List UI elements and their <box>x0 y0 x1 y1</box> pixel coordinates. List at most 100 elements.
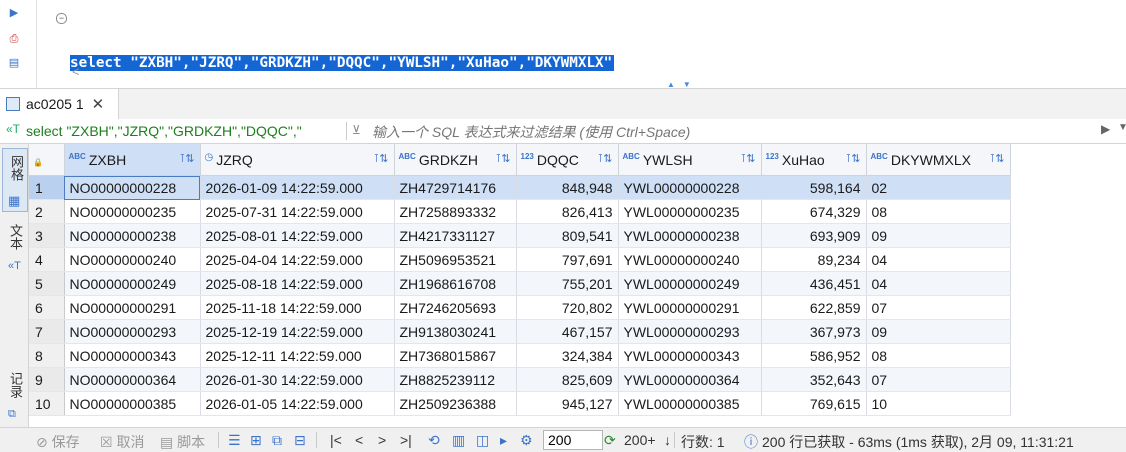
column-filter-icon[interactable]: ⊺⇅ <box>374 152 389 165</box>
cell-zxbh[interactable]: NO00000000364 <box>64 367 201 392</box>
column-header-grdkzh[interactable]: ABC GRDKZH ⊺⇅ <box>394 144 517 176</box>
filter-input[interactable] <box>370 122 1094 142</box>
cell-zxbh[interactable]: NO00000000385 <box>64 391 201 416</box>
cell-jzrq[interactable]: 2025-11-18 14:22:59.000 <box>200 295 395 320</box>
cell-jzrq[interactable]: 2026-01-09 14:22:59.000 <box>200 175 395 200</box>
panels-icon[interactable]: ◫ <box>476 432 489 449</box>
row-number[interactable]: 9 <box>29 367 65 392</box>
execute-statement-icon[interactable]: ▶ <box>7 6 21 20</box>
table-row[interactable]: 7 NO00000000293 2025-12-19 14:22:59.000 ZH9… <box>29 319 1011 344</box>
cell-jzrq[interactable]: 2025-12-19 14:22:59.000 <box>200 319 395 344</box>
cell-ywlsh[interactable]: YWL00000000228 <box>618 175 762 200</box>
row-number[interactable]: 2 <box>29 199 65 224</box>
record-view-toggle[interactable]: 记录 <box>6 372 25 398</box>
cell-grdkzh[interactable]: ZH5096953521 <box>394 247 517 272</box>
close-icon[interactable]: ✕ <box>92 95 105 113</box>
row-number[interactable]: 4 <box>29 247 65 272</box>
cell-jzrq[interactable]: 2026-01-05 14:22:59.000 <box>200 391 395 416</box>
explain-plan-icon[interactable]: ▤ <box>7 56 21 70</box>
table-row[interactable]: 9 NO00000000364 2026-01-30 14:22:59.000 ZH8… <box>29 367 1011 392</box>
table-row[interactable]: 10 NO00000000385 2026-01-05 14:22:59.000 ZH… <box>29 391 1011 416</box>
column-header-zxbh[interactable]: ABC ZXBH ⊺⇅ <box>64 144 201 176</box>
first-page-icon[interactable]: |< <box>330 432 342 448</box>
column-header-dqqc[interactable]: 123 DQQC ⊺⇅ <box>516 144 619 176</box>
column-filter-icon[interactable]: ⊺⇅ <box>990 152 1005 165</box>
record-view-icon[interactable]: ⧉ <box>8 408 16 421</box>
script-button[interactable]: ▤ 脚本 <box>160 432 205 452</box>
cell-zxbh[interactable]: NO00000000235 <box>64 199 201 224</box>
apply-filter-icon[interactable]: ▶ <box>1101 122 1110 136</box>
cell-dqqc[interactable]: 324,384 <box>516 343 619 368</box>
tab-ac0205-1[interactable]: ac0205 1 ✕ <box>0 89 119 119</box>
cell-zxbh[interactable]: NO00000000343 <box>64 343 201 368</box>
table-row[interactable]: 1 NO00000000228 2026-01-09 14:22:59.000 ZH4… <box>29 175 1011 200</box>
cell-dkywmxlx[interactable]: 09 <box>866 223 1011 248</box>
table-row[interactable]: 3 NO00000000238 2025-08-01 14:22:59.000 ZH4… <box>29 223 1011 248</box>
cell-jzrq[interactable]: 2026-01-30 14:22:59.000 <box>200 367 395 392</box>
cell-xuhao[interactable]: 622,859 <box>761 295 867 320</box>
copy-row-icon[interactable]: ⧉ <box>272 432 282 449</box>
cell-ywlsh[interactable]: YWL00000000240 <box>618 247 762 272</box>
cell-zxbh[interactable]: NO00000000249 <box>64 271 201 296</box>
cell-dqqc[interactable]: 848,948 <box>516 175 619 200</box>
fetch-next-icon[interactable]: ⟳ <box>604 432 616 449</box>
column-header-jzrq[interactable]: ◷ JZRQ ⊺⇅ <box>200 144 395 176</box>
cell-dkywmxlx[interactable]: 04 <box>866 247 1011 272</box>
row-number[interactable]: 6 <box>29 295 65 320</box>
cell-xuhao[interactable]: 367,973 <box>761 319 867 344</box>
cell-zxbh[interactable]: NO00000000293 <box>64 319 201 344</box>
cell-zxbh[interactable]: NO00000000238 <box>64 223 201 248</box>
cell-xuhao[interactable]: 89,234 <box>761 247 867 272</box>
cell-xuhao[interactable]: 598,164 <box>761 175 867 200</box>
row-number[interactable]: 1 <box>29 175 65 200</box>
table-row[interactable]: 8 NO00000000343 2025-12-11 14:22:59.000 ZH7… <box>29 343 1011 368</box>
cell-grdkzh[interactable]: ZH2509236388 <box>394 391 517 416</box>
prev-page-icon[interactable]: < <box>355 432 363 448</box>
execute-script-icon[interactable]: ⎙ <box>7 32 21 46</box>
cell-xuhao[interactable]: 352,643 <box>761 367 867 392</box>
delete-row-icon[interactable]: ⊟ <box>294 432 306 449</box>
cell-grdkzh[interactable]: ZH9138030241 <box>394 319 517 344</box>
cell-jzrq[interactable]: 2025-12-11 14:22:59.000 <box>200 343 395 368</box>
cell-xuhao[interactable]: 674,329 <box>761 199 867 224</box>
cell-dkywmxlx[interactable]: 08 <box>866 343 1011 368</box>
cell-ywlsh[interactable]: YWL00000000238 <box>618 223 762 248</box>
cell-dqqc[interactable]: 826,413 <box>516 199 619 224</box>
cell-dkywmxlx[interactable]: 04 <box>866 271 1011 296</box>
cell-ywlsh[interactable]: YWL00000000364 <box>618 367 762 392</box>
sql-editor[interactable]: ▶ ⎙ ▤ − select "ZXBH","JZRQ","GRDKZH","D… <box>0 0 1126 136</box>
row-number[interactable]: 10 <box>29 391 65 416</box>
cell-ywlsh[interactable]: YWL00000000249 <box>618 271 762 296</box>
cell-dkywmxlx[interactable]: 08 <box>866 199 1011 224</box>
cell-grdkzh[interactable]: ZH7246205693 <box>394 295 517 320</box>
cell-dkywmxlx[interactable]: 07 <box>866 367 1011 392</box>
cancel-button[interactable]: ☒ 取消 <box>100 432 144 452</box>
text-view-icon[interactable]: «T <box>8 260 21 272</box>
cell-jzrq[interactable]: 2025-08-18 14:22:59.000 <box>200 271 395 296</box>
column-header-xuhao[interactable]: 123 XuHao ⊺⇅ <box>761 144 867 176</box>
cell-grdkzh[interactable]: ZH4729714176 <box>394 175 517 200</box>
cell-jzrq[interactable]: 2025-08-01 14:22:59.000 <box>200 223 395 248</box>
column-header-dkywmxlx[interactable]: ABC DKYWMXLX ⊺⇅ <box>866 144 1011 176</box>
cell-dqqc[interactable]: 755,201 <box>516 271 619 296</box>
column-filter-icon[interactable]: ⊺⇅ <box>741 152 756 165</box>
select-all-corner[interactable]: 🔒 <box>29 144 65 176</box>
add-row-icon[interactable]: ⊞ <box>250 432 262 449</box>
cell-ywlsh[interactable]: YWL00000000293 <box>618 319 762 344</box>
export-icon[interactable]: ▸ <box>500 432 507 449</box>
cell-xuhao[interactable]: 693,909 <box>761 223 867 248</box>
sql-query-icon[interactable]: «T <box>6 122 20 136</box>
edit-row-icon[interactable]: ☰ <box>228 432 241 449</box>
row-number[interactable]: 5 <box>29 271 65 296</box>
cell-xuhao[interactable]: 586,952 <box>761 343 867 368</box>
cell-dqqc[interactable]: 467,157 <box>516 319 619 344</box>
text-view-toggle[interactable]: 文本 <box>6 224 25 250</box>
cell-grdkzh[interactable]: ZH7368015867 <box>394 343 517 368</box>
cell-ywlsh[interactable]: YWL00000000235 <box>618 199 762 224</box>
cell-jzrq[interactable]: 2025-07-31 14:22:59.000 <box>200 199 395 224</box>
fetch-size-input[interactable] <box>543 430 603 450</box>
cell-dqqc[interactable]: 809,541 <box>516 223 619 248</box>
cell-ywlsh[interactable]: YWL00000000385 <box>618 391 762 416</box>
column-filter-icon[interactable]: ⊺⇅ <box>180 152 195 165</box>
refresh-icon[interactable]: ⟲ <box>428 432 440 449</box>
